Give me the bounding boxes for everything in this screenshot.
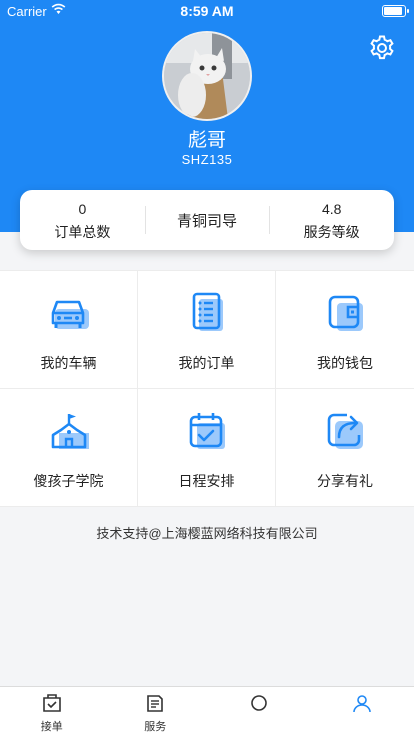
status-bar: Carrier 8:59 AM	[0, 0, 414, 22]
stat-orders-label: 订单总数	[54, 224, 111, 240]
user-id: SHZ135	[181, 152, 233, 167]
gear-icon[interactable]	[368, 34, 396, 62]
tab-third[interactable]	[207, 687, 311, 736]
accept-order-icon	[42, 694, 61, 712]
tab-bar: 接单 服务	[0, 686, 414, 736]
menu-item-orders[interactable]: 我的订单	[138, 271, 276, 389]
menu-label: 我的钱包	[317, 355, 373, 371]
menu-label: 傻孩子学院	[33, 473, 104, 489]
menu-item-vehicle[interactable]: 我的车辆	[0, 271, 138, 389]
menu-item-academy[interactable]: 傻孩子学院	[0, 389, 138, 507]
username: 彪哥	[187, 130, 226, 151]
menu-label: 分享有礼	[317, 473, 373, 489]
avatar[interactable]	[162, 31, 252, 121]
menu-item-wallet[interactable]: 我的钱包	[276, 271, 414, 389]
menu-label: 我的订单	[178, 355, 235, 371]
stat-rank-label: 青铜司导	[177, 213, 238, 230]
stat-rank[interactable]: 青铜司导	[144, 190, 270, 250]
menu-item-share[interactable]: 分享有礼	[276, 389, 414, 507]
menu-grid: 我的车辆 我的订单 我的钱包 傻孩子学院 日程安排 分享有礼	[0, 270, 414, 507]
school-icon	[51, 414, 89, 449]
tab-label: 服务	[144, 721, 167, 733]
service-icon	[147, 695, 164, 712]
stat-rating-value: 4.8	[321, 201, 342, 217]
stat-rating-label: 服务等级	[303, 224, 360, 240]
share-icon	[327, 413, 363, 449]
menu-label: 日程安排	[178, 473, 235, 489]
cat-photo	[164, 33, 250, 119]
status-time: 8:59 AM	[180, 3, 234, 19]
tab-service[interactable]: 服务	[104, 687, 208, 736]
tab-label: 接单	[40, 721, 63, 733]
stat-rating[interactable]: 4.8 服务等级	[269, 190, 394, 250]
menu-label: 我的车辆	[40, 355, 97, 371]
calendar-icon	[189, 413, 225, 449]
order-list-icon	[192, 292, 223, 331]
tab-mine[interactable]	[311, 687, 414, 736]
stat-orders-value: 0	[78, 201, 87, 217]
car-icon	[51, 300, 89, 329]
menu-item-schedule[interactable]: 日程安排	[138, 389, 276, 507]
tech-support-text: 技术支持@上海樱蓝网络科技有限公司	[96, 526, 318, 541]
battery-icon	[382, 5, 409, 17]
wallet-icon	[328, 295, 363, 331]
stats-card: 0 订单总数 青铜司导 4.8 服务等级	[20, 190, 394, 250]
tab-icon	[250, 695, 267, 711]
stat-orders[interactable]: 0 订单总数	[20, 190, 145, 250]
tab-icon	[353, 695, 372, 713]
tab-accept-order[interactable]: 接单	[0, 687, 104, 736]
